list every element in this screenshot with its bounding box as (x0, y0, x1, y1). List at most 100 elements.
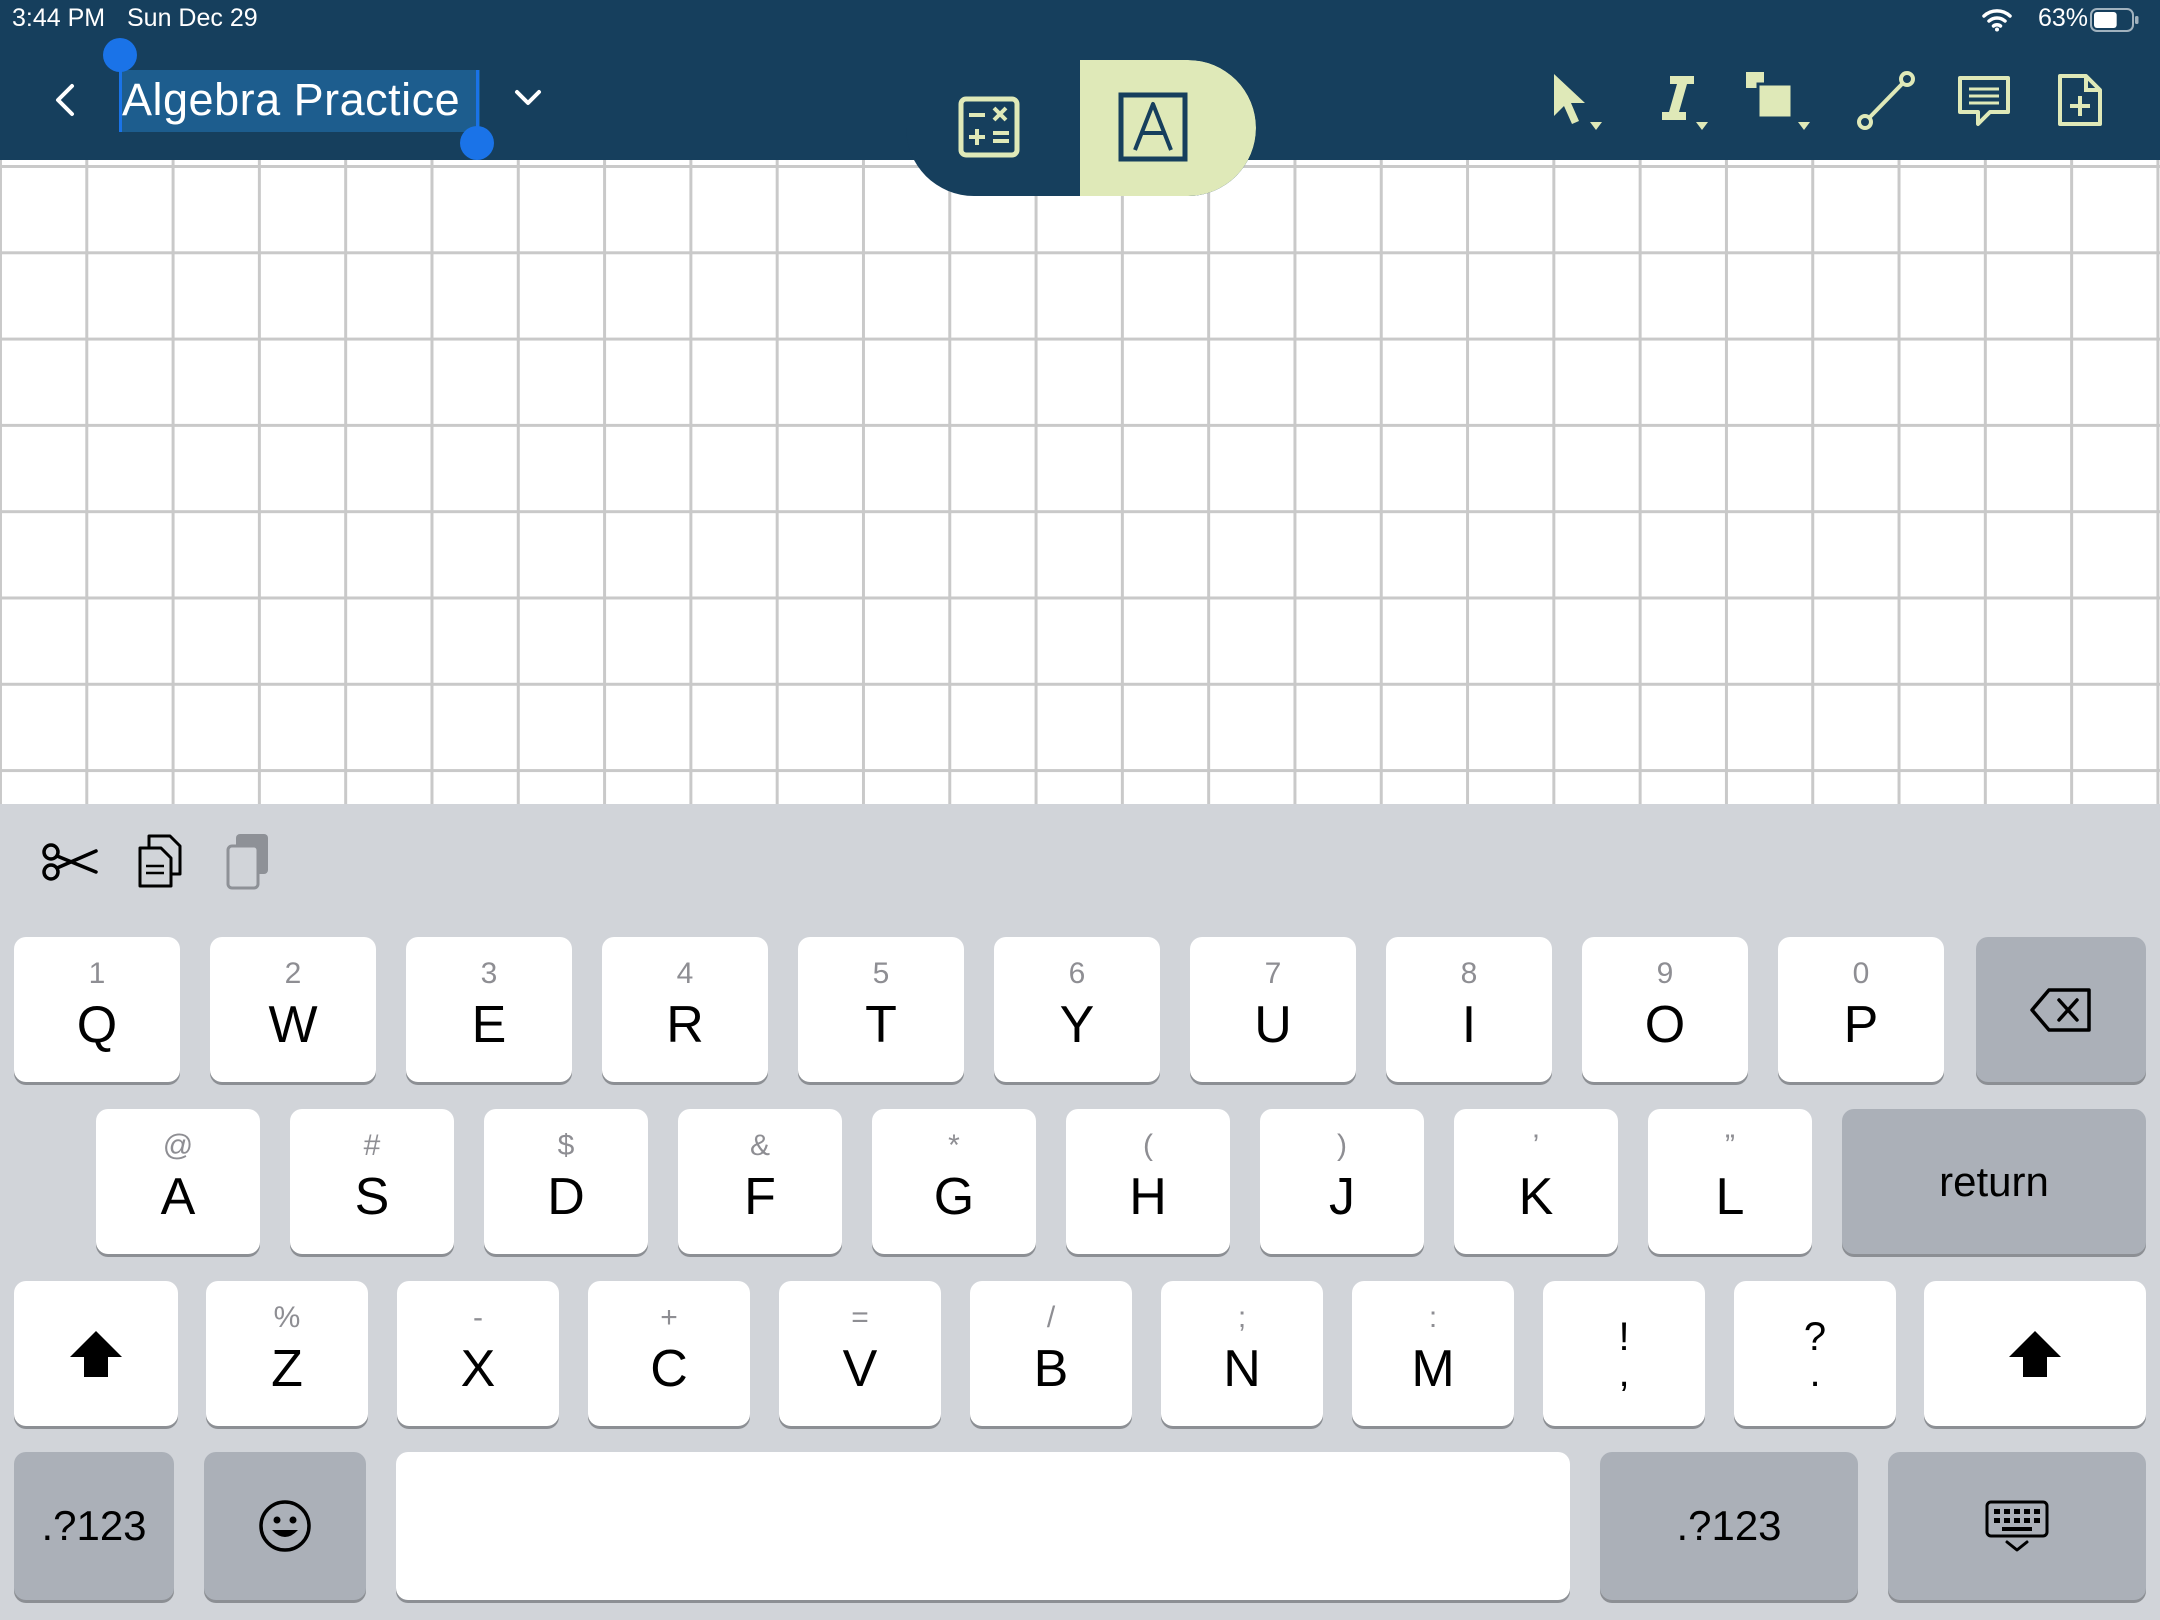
numbers-key-right[interactable]: .?123 (1600, 1452, 1858, 1600)
key[interactable]: :M (1352, 1281, 1514, 1426)
key[interactable]: 6Y (994, 937, 1160, 1082)
scissors-icon (40, 843, 98, 894)
key[interactable]: @ A (96, 1109, 260, 1254)
key-alt-label: + (660, 1301, 678, 1334)
key[interactable]: 5T (798, 937, 964, 1082)
key-label: C (650, 1340, 688, 1398)
chevron-left-icon (46, 84, 86, 124)
key-label: D (547, 1168, 585, 1226)
title-menu-button[interactable] (512, 86, 544, 115)
key-label: Z (271, 1340, 303, 1398)
dismiss-keyboard-key[interactable] (1888, 1452, 2146, 1600)
key-label: F (744, 1168, 776, 1226)
battery-icon (2090, 8, 2140, 37)
key-label: W (268, 996, 318, 1054)
shape-tool-button[interactable] (1744, 70, 1818, 145)
key-alt-label: 4 (676, 957, 694, 990)
key-label: G (933, 1168, 975, 1226)
paste-button[interactable] (224, 832, 272, 895)
key-label: T (865, 996, 897, 1054)
key[interactable]: -X (397, 1281, 559, 1426)
key-alt-label: # (363, 1129, 381, 1162)
key[interactable]: !, (1543, 1281, 1705, 1426)
chevron-down-icon (512, 90, 544, 114)
key[interactable]: ’ K (1454, 1109, 1618, 1254)
paste-icon (224, 834, 272, 894)
shift-key-right[interactable] (1924, 1281, 2146, 1426)
calculator-icon (958, 96, 1020, 162)
comment-tool-button[interactable] (1956, 74, 2012, 133)
key[interactable]: 8I (1386, 937, 1552, 1082)
emoji-key[interactable] (204, 1452, 366, 1600)
key[interactable]: 2W (210, 937, 376, 1082)
add-page-button[interactable] (2056, 72, 2104, 133)
key-alt-label: ( (1143, 1129, 1153, 1162)
key[interactable]: = V (779, 1281, 941, 1426)
shift-key-left[interactable] (14, 1281, 178, 1426)
key-label: Y (1059, 996, 1095, 1054)
text-mode-button[interactable] (1080, 60, 1256, 196)
key-alt-label: 1 (88, 957, 106, 990)
key[interactable]: 4R (602, 937, 768, 1082)
select-tool-button[interactable] (1546, 70, 1610, 145)
key[interactable]: 7U (1190, 937, 1356, 1082)
key[interactable]: $ D (484, 1109, 648, 1254)
numbers-key-left[interactable]: .?123 (14, 1452, 174, 1600)
key[interactable]: 1Q (14, 937, 180, 1082)
key-label: B (1033, 1340, 1069, 1398)
battery-percent: 63% (2037, 4, 2088, 32)
key-label: K (1518, 1168, 1554, 1226)
key[interactable]: 0P (1778, 937, 1944, 1082)
key[interactable]: (H (1066, 1109, 1230, 1254)
text-tool-button[interactable] (1652, 70, 1716, 145)
key-label: I (1461, 996, 1477, 1054)
add-page-icon (2056, 74, 2104, 132)
key-alt-label: 3 (480, 957, 498, 990)
space-bar[interactable] (396, 1452, 1570, 1600)
numbers-key-label: .?123 (1676, 1502, 1782, 1549)
key-alt-label: ) (1337, 1129, 1347, 1162)
key[interactable]: / B (970, 1281, 1132, 1426)
key[interactable]: * G (872, 1109, 1036, 1254)
key[interactable]: & F (678, 1109, 842, 1254)
key-label: M (1411, 1340, 1455, 1398)
key-label: Q (76, 996, 118, 1054)
back-button[interactable] (46, 80, 86, 120)
key-label: , (1618, 1351, 1630, 1395)
key-alt-label: 2 (284, 957, 302, 990)
text-box-icon (1118, 92, 1188, 167)
key[interactable]: 3E (406, 937, 572, 1082)
return-key[interactable]: return (1842, 1109, 2146, 1254)
key[interactable]: ) J (1260, 1109, 1424, 1254)
key-alt-label: = (851, 1301, 869, 1334)
key[interactable]: # S (290, 1109, 454, 1254)
graph-paper-canvas[interactable] (0, 160, 2160, 804)
key[interactable]: ?. (1734, 1281, 1896, 1426)
keyboard-dismiss-icon (1888, 1452, 2146, 1600)
key[interactable]: + C (588, 1281, 750, 1426)
emoji-icon (204, 1452, 366, 1600)
shift-icon (1924, 1281, 2146, 1426)
key[interactable]: % Z (206, 1281, 368, 1426)
key[interactable]: 9O (1582, 937, 1748, 1082)
cut-button[interactable] (40, 832, 98, 895)
calculator-mode-button[interactable] (958, 96, 1020, 163)
line-segment-icon (1856, 71, 1916, 136)
key[interactable]: ” L (1648, 1109, 1812, 1254)
copy-icon (136, 834, 184, 894)
selection-end-handle[interactable] (460, 126, 494, 160)
key-label: A (160, 1168, 196, 1226)
selection-start-handle[interactable] (103, 38, 137, 72)
pointer-arrow-icon (1546, 74, 1610, 144)
line-tool-button[interactable] (1856, 70, 1916, 137)
key-alt-label: 8 (1460, 957, 1478, 990)
status-date: Sun Dec 29 (127, 4, 258, 32)
backspace-key[interactable] (1976, 937, 2146, 1082)
key[interactable]: ; N (1161, 1281, 1323, 1426)
key-alt-label: 6 (1068, 957, 1086, 990)
key-label: X (460, 1340, 496, 1398)
key-label: J (1329, 1168, 1355, 1226)
key-alt-label: - (473, 1301, 483, 1334)
copy-button[interactable] (136, 832, 184, 895)
mode-toggle (906, 60, 1256, 196)
